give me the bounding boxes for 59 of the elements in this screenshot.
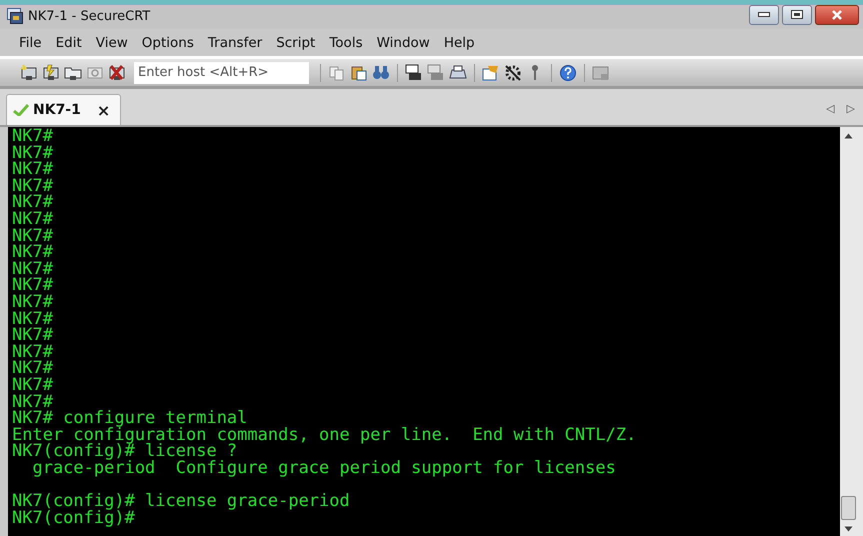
terminal-line: NK7# (12, 144, 54, 162)
terminal-line: Enter configuration commands, one per line. End with CNTL/Z. (12, 426, 638, 444)
maximize-icon (791, 10, 803, 20)
paste-icon[interactable] (350, 64, 368, 81)
menu-item[interactable]: Edit (50, 34, 87, 50)
disconnect-icon[interactable] (108, 64, 126, 81)
terminal-line: NK7# (12, 327, 54, 344)
terminal-line: grace-period Configure grace period support for licenses (32, 460, 617, 476)
new-session-icon[interactable] (20, 64, 38, 81)
window-title: NK7-1 - SecureCRT (28, 8, 150, 24)
terminal-line: NK7(config)# license ? (12, 443, 238, 460)
tab-scroll-button[interactable]: ◁ (826, 102, 835, 115)
terminal-line: NK7# (12, 344, 54, 360)
maximize-button[interactable] (782, 5, 812, 25)
terminal-line: NK7(config)# (12, 510, 136, 526)
lightning-icon[interactable] (42, 64, 60, 81)
terminal-line: NK7# (12, 128, 54, 145)
host-field[interactable]: Enter host <Alt+R> (134, 62, 309, 84)
menu-item[interactable]: Options (136, 34, 199, 50)
help-icon[interactable] (559, 64, 577, 81)
terminal-line: NK7# (12, 194, 54, 211)
menu-item[interactable]: File (14, 34, 47, 50)
checkmark-icon (13, 104, 29, 116)
terminal-line: NK7(config)# license grace-period (12, 493, 351, 510)
close-button[interactable] (815, 5, 859, 25)
binoculars-icon[interactable] (372, 64, 390, 81)
terminal-line: NK7# (12, 277, 54, 294)
terminal-line: NK7# (12, 210, 54, 228)
minimize-button[interactable] (749, 5, 779, 25)
tab-close-button[interactable]: × (96, 100, 110, 120)
terminal-line: NK7# (12, 260, 54, 278)
minimize-icon (758, 12, 770, 18)
terminal-line: NK7# (12, 310, 54, 328)
terminal-line: NK7# (12, 161, 54, 178)
terminal-line: NK7# (12, 360, 54, 377)
terminal-line: NK7# (12, 294, 54, 311)
terminal-line: NK7# configure terminal (12, 410, 248, 427)
menu-item[interactable]: Window (372, 34, 435, 50)
menu-item[interactable]: Help (438, 34, 480, 50)
menu-item[interactable]: Transfer (202, 34, 268, 50)
menu-item[interactable]: Script (271, 34, 320, 50)
scroll-up-icon[interactable] (844, 133, 853, 139)
tab-label: NK7-1 (33, 102, 81, 118)
scrollbar[interactable] (840, 127, 857, 536)
scroll-down-icon[interactable] (844, 526, 853, 532)
terminal-line: NK7# (12, 244, 54, 261)
session-tab[interactable]: NK7-1 × (6, 94, 122, 125)
menu-item[interactable]: View (90, 34, 133, 50)
tab-scroll-button[interactable]: ▷ (846, 102, 855, 115)
terminal-line: NK7# (12, 228, 54, 244)
terminal-line: NK7# (12, 376, 54, 394)
printer-icon[interactable] (449, 64, 467, 81)
close-icon (831, 10, 843, 20)
printer-icon[interactable] (405, 64, 423, 81)
scrollbar-thumb[interactable] (841, 496, 856, 520)
menu-item[interactable]: Tools (324, 34, 368, 50)
terminal-line: NK7# (12, 394, 54, 410)
terminal-line: NK7# (12, 178, 54, 194)
app-icon (7, 8, 23, 24)
